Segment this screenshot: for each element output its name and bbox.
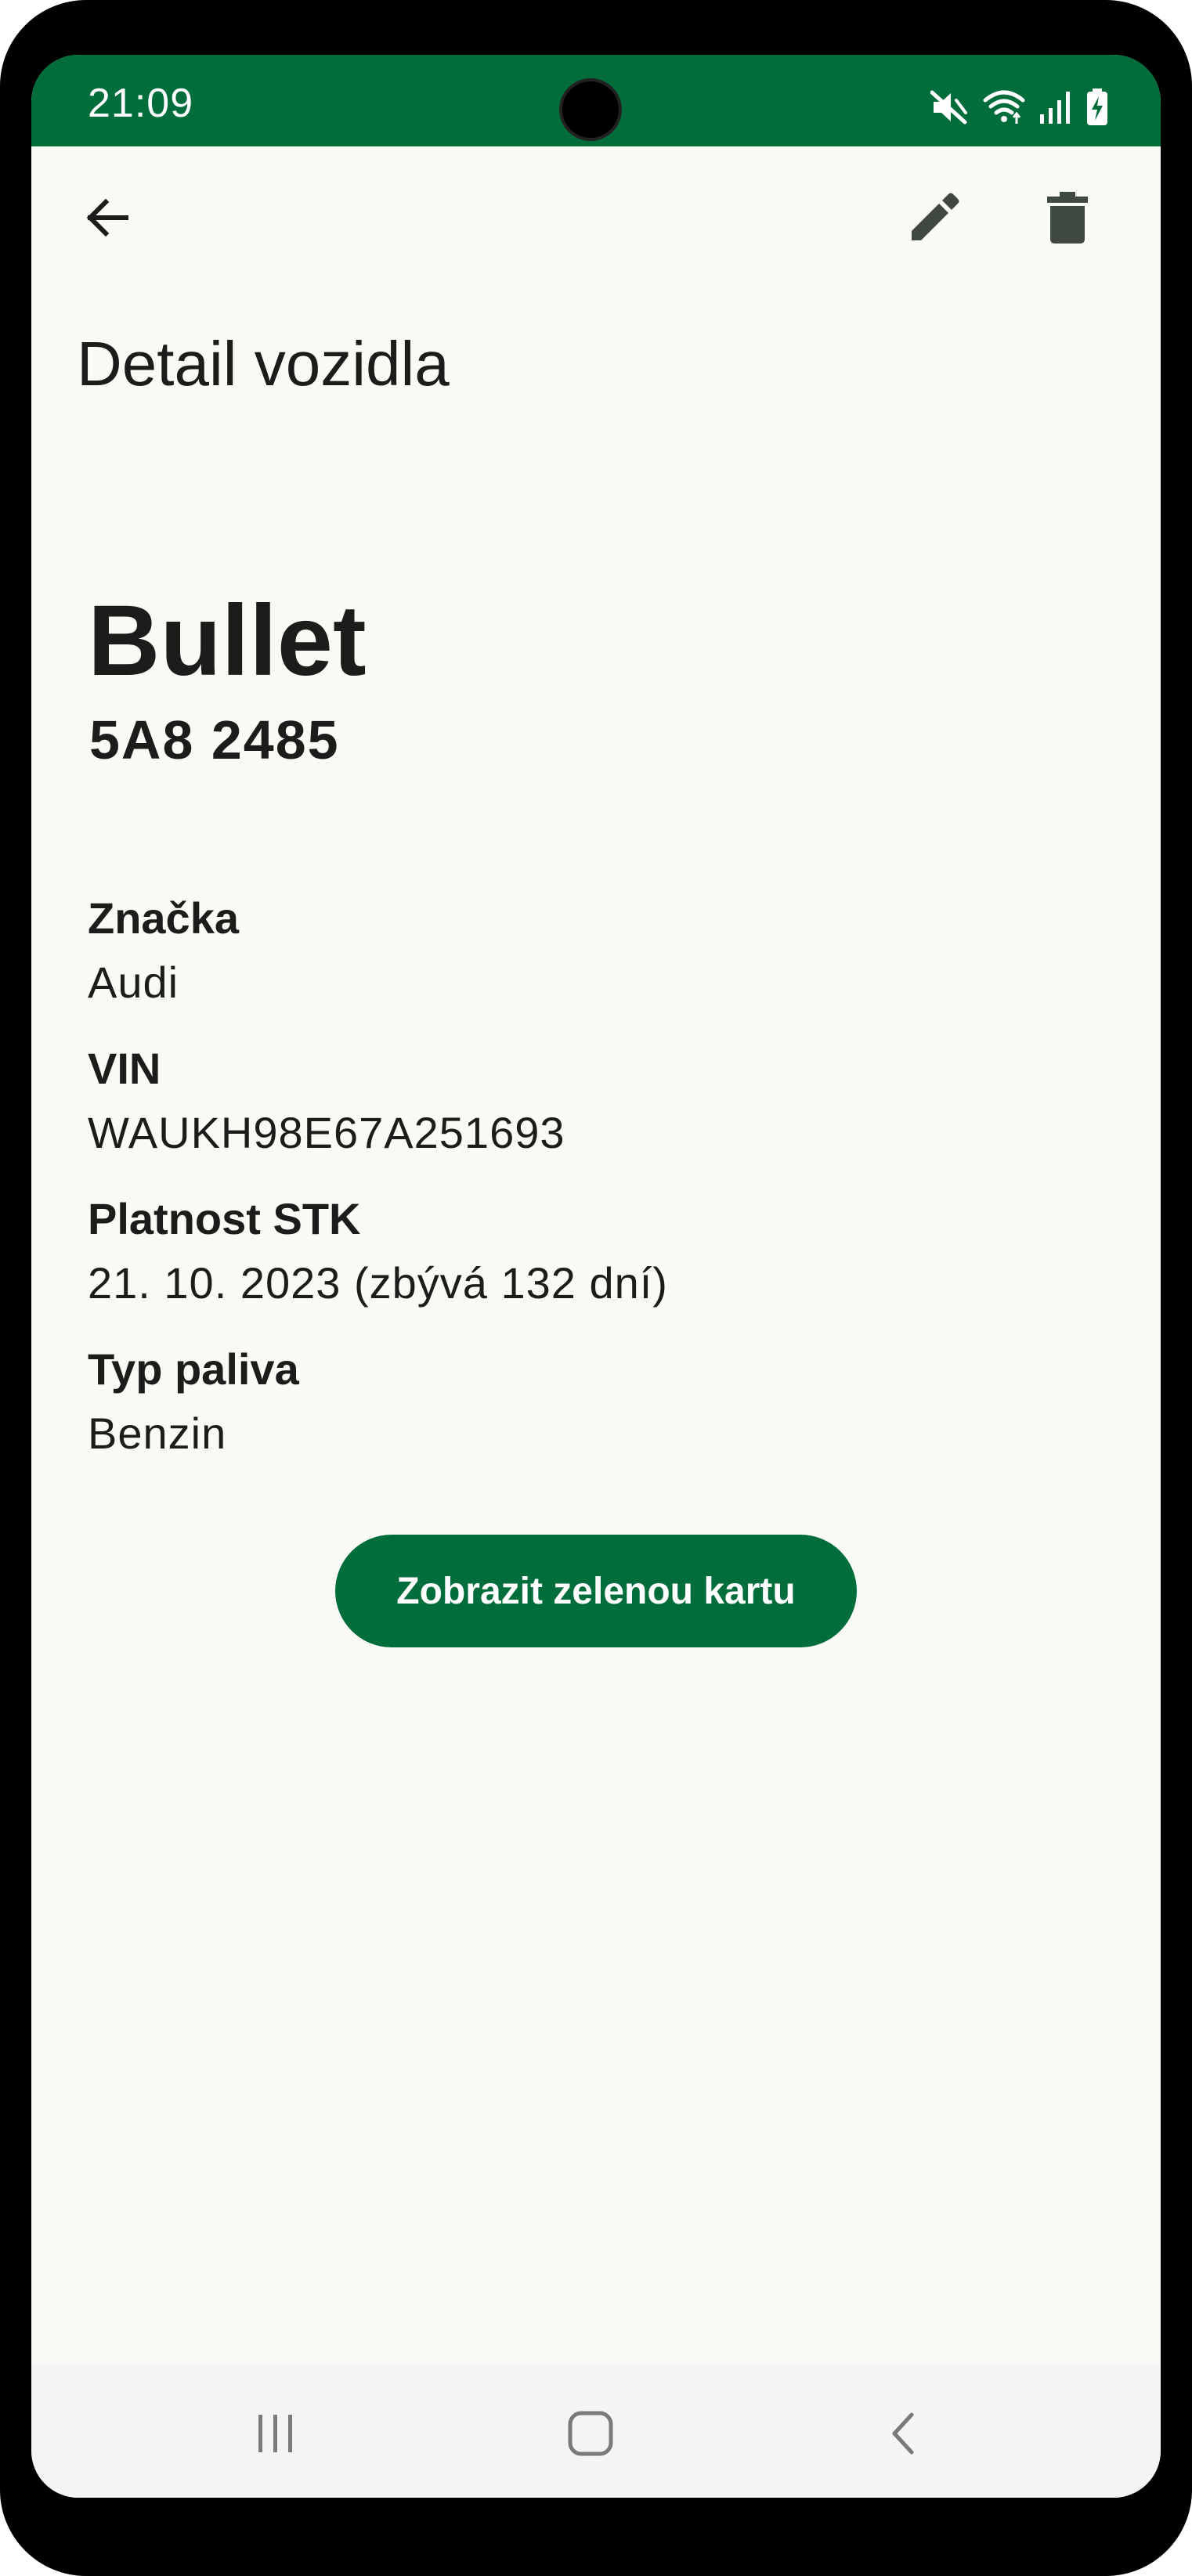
vehicle-detail-list: Značka Audi VIN WAUKH98E67A251693 Platno… xyxy=(88,897,1106,1498)
recents-button[interactable] xyxy=(229,2396,323,2474)
nav-back-button[interactable] xyxy=(857,2396,951,2474)
vehicle-name: Bullet xyxy=(88,585,367,697)
detail-label-stk: Platnost STK xyxy=(88,1194,361,1243)
screen: 21:09 Detail vozidla Bullet 5A8 2485 Zna… xyxy=(31,55,1161,2498)
device-frame: 21:09 Detail vozidla Bullet 5A8 2485 Zna… xyxy=(0,0,1192,2576)
show-green-card-button[interactable]: Zobrazit zelenou kartu xyxy=(335,1535,857,1647)
detail-value-brand: Audi xyxy=(88,958,179,1007)
page-title: Detail vozidla xyxy=(77,329,450,399)
status-bar: 21:09 xyxy=(31,55,1161,146)
detail-label-vin: VIN xyxy=(88,1044,161,1093)
battery-charging-icon xyxy=(1085,88,1109,126)
detail-item-brand: Značka Audi xyxy=(88,897,1106,1047)
nav-back-icon xyxy=(880,2410,927,2461)
vehicle-plate: 5A8 2485 xyxy=(89,709,340,770)
detail-value-vin: WAUKH98E67A251693 xyxy=(88,1108,565,1157)
system-nav-bar xyxy=(31,2365,1161,2498)
app-bar xyxy=(31,146,1161,287)
back-button[interactable] xyxy=(64,176,150,262)
pencil-icon xyxy=(907,190,962,249)
detail-label-brand: Značka xyxy=(88,893,239,943)
edit-button[interactable] xyxy=(891,176,977,262)
recents-icon xyxy=(252,2410,299,2461)
page: 21:09 Detail vozidla Bullet 5A8 2485 Zna… xyxy=(0,0,1192,2576)
status-time: 21:09 xyxy=(88,81,194,126)
front-camera xyxy=(559,78,622,141)
home-icon xyxy=(566,2409,615,2462)
trash-icon xyxy=(1046,190,1089,249)
home-button[interactable] xyxy=(544,2396,638,2474)
detail-item-vin: VIN WAUKH98E67A251693 xyxy=(88,1047,1106,1197)
delete-button[interactable] xyxy=(1024,176,1111,262)
detail-item-stk: Platnost STK 21. 10. 2023 (zbývá 132 dní… xyxy=(88,1197,1106,1348)
mute-icon xyxy=(930,89,970,125)
detail-item-fuel: Typ paliva Benzin xyxy=(88,1348,1106,1498)
detail-value-fuel: Benzin xyxy=(88,1409,227,1458)
arrow-back-icon xyxy=(82,193,132,247)
wifi-icon xyxy=(982,89,1026,125)
detail-value-stk: 21. 10. 2023 (zbývá 132 dní) xyxy=(88,1258,668,1308)
signal-icon xyxy=(1038,89,1073,125)
status-icons xyxy=(930,88,1109,127)
detail-label-fuel: Typ paliva xyxy=(88,1344,299,1394)
